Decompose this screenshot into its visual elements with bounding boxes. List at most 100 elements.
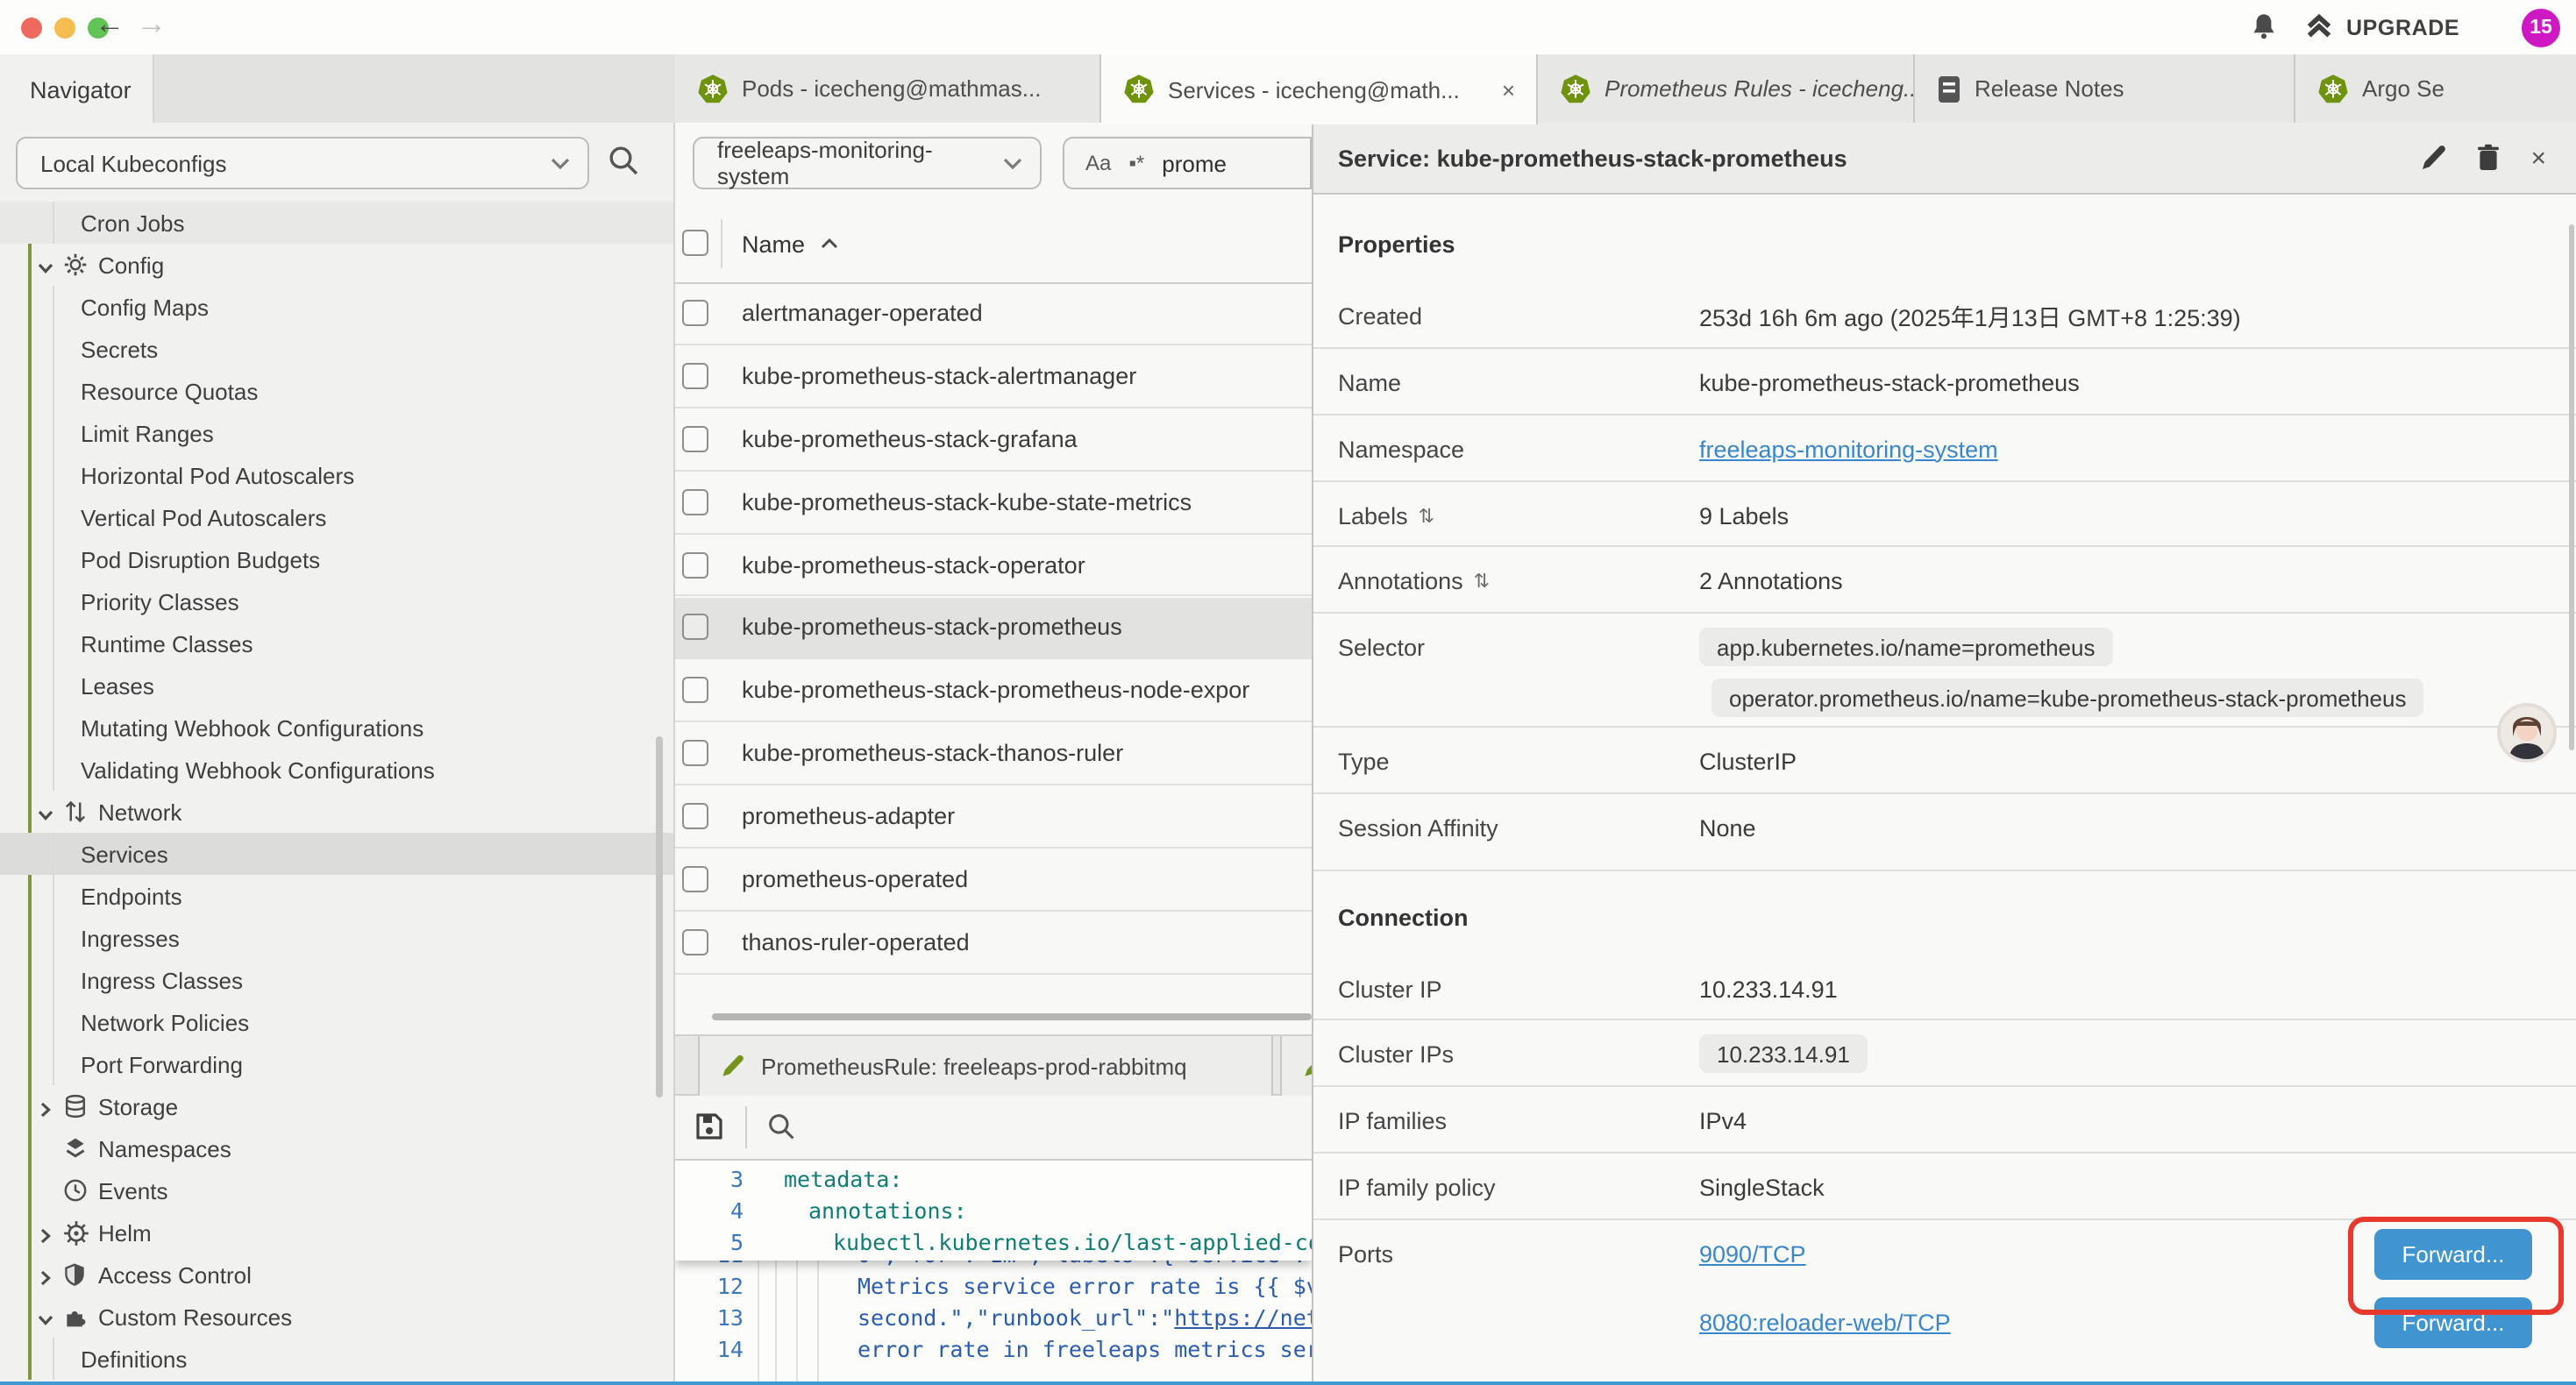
column-header-name[interactable]: Name bbox=[742, 205, 838, 282]
sidebar-item-endpoints[interactable]: Endpoints bbox=[0, 875, 675, 917]
sidebar-item-helm[interactable]: Helm bbox=[0, 1211, 675, 1254]
sidebar-item-priority-classes[interactable]: Priority Classes bbox=[0, 580, 675, 622]
sidebar-item-events[interactable]: Events bbox=[0, 1169, 675, 1211]
sidebar-item-custom-resources[interactable]: Custom Resources bbox=[0, 1296, 675, 1338]
sidebar-scrollbar[interactable] bbox=[656, 736, 662, 1097]
tab-5[interactable]: Argo Se bbox=[2295, 54, 2576, 123]
sidebar-item-runtime-classes[interactable]: Runtime Classes bbox=[0, 622, 675, 664]
sidebar-search-icon[interactable] bbox=[607, 144, 640, 177]
avatar[interactable] bbox=[2496, 703, 2556, 763]
sidebar-item-secrets[interactable]: Secrets bbox=[0, 328, 675, 370]
sidebar-item-definitions[interactable]: Definitions bbox=[0, 1338, 675, 1380]
chevron-down-icon[interactable] bbox=[37, 256, 54, 282]
upgrade-button[interactable]: UPGRADE bbox=[2304, 12, 2459, 42]
sidebar-item-ingresses[interactable]: Ingresses bbox=[0, 917, 675, 959]
sidebar-item-port-forwarding[interactable]: Port Forwarding bbox=[0, 1043, 675, 1085]
sidebar-item-ingress-classes[interactable]: Ingress Classes bbox=[0, 959, 675, 1001]
window-close-button[interactable] bbox=[21, 17, 42, 38]
row-checkbox[interactable] bbox=[682, 488, 708, 515]
tab-3[interactable]: Prometheus Rules - icecheng... bbox=[1538, 54, 1915, 123]
yaml-editor[interactable]: 110","for":"1m","labels":{"service":"12M… bbox=[675, 1159, 1311, 1381]
edit-icon[interactable] bbox=[2420, 144, 2446, 172]
row-checkbox[interactable] bbox=[682, 866, 708, 892]
filter-input[interactable]: Aa ▪* prome bbox=[1063, 137, 1311, 189]
sidebar-item-network-policies[interactable]: Network Policies bbox=[0, 1001, 675, 1043]
row-checkbox[interactable] bbox=[682, 300, 708, 326]
tab-navigator[interactable]: Navigator bbox=[0, 54, 154, 124]
kubeconfig-selector[interactable]: Local Kubeconfigs bbox=[16, 137, 589, 189]
table-row[interactable]: thanos-ruler-operated bbox=[675, 912, 1311, 975]
tab-close-icon[interactable]: × bbox=[1498, 76, 1519, 103]
sidebar-item-services[interactable]: Services bbox=[0, 833, 675, 875]
sidebar-item-horizontal-pod-autoscalers[interactable]: Horizontal Pod Autoscalers bbox=[0, 454, 675, 496]
sort-toggle-icon[interactable]: ⇅ bbox=[1419, 504, 1434, 527]
table-row[interactable]: kube-prometheus-stack-kube-state-metrics bbox=[675, 471, 1311, 534]
sidebar-item-cron-jobs[interactable]: Cron Jobs bbox=[0, 202, 675, 244]
row-checkbox[interactable] bbox=[682, 740, 708, 766]
row-checkbox[interactable] bbox=[682, 363, 708, 389]
table-row[interactable]: prometheus-adapter bbox=[675, 785, 1311, 849]
back-button[interactable]: ← bbox=[95, 7, 125, 42]
chevron-right-icon[interactable] bbox=[37, 1266, 54, 1292]
row-checkbox[interactable] bbox=[682, 929, 708, 955]
sidebar-item-leases[interactable]: Leases bbox=[0, 664, 675, 707]
chevron-right-icon[interactable] bbox=[37, 1097, 54, 1124]
row-checkbox[interactable] bbox=[682, 614, 708, 641]
forward-button[interactable]: → bbox=[137, 7, 167, 42]
sidebar-item-resource-quotas[interactable]: Resource Quotas bbox=[0, 370, 675, 412]
chevron-down-icon[interactable] bbox=[37, 803, 54, 829]
sidebar-item-validating-webhook-configurations[interactable]: Validating Webhook Configurations bbox=[0, 749, 675, 791]
table-row[interactable]: kube-prometheus-stack-operator bbox=[675, 534, 1311, 597]
sidebar-item-limit-ranges[interactable]: Limit Ranges bbox=[0, 412, 675, 454]
editor-tab-partial[interactable] bbox=[1280, 1036, 1311, 1096]
list-horizontal-scrollbar[interactable] bbox=[712, 1013, 1311, 1020]
notification-count-badge[interactable]: 15 bbox=[2522, 8, 2560, 46]
tab-1[interactable]: Pods - icecheng@mathmas... bbox=[675, 54, 1101, 123]
port-link[interactable]: 8080:reloader-web/TCP bbox=[1699, 1310, 1951, 1336]
select-all-checkbox[interactable] bbox=[682, 230, 708, 256]
match-case-icon[interactable]: Aa bbox=[1085, 151, 1111, 175]
sidebar-item-config[interactable]: Config bbox=[0, 244, 675, 286]
row-checkbox[interactable] bbox=[682, 425, 708, 451]
sidebar-item-mutating-webhook-configurations[interactable]: Mutating Webhook Configurations bbox=[0, 707, 675, 749]
kubernetes-icon bbox=[1561, 73, 1590, 104]
panel-scrollbar[interactable] bbox=[2568, 224, 2574, 750]
table-row[interactable]: kube-prometheus-stack-thanos-ruler bbox=[675, 723, 1311, 786]
notifications-bell-icon[interactable] bbox=[2250, 12, 2278, 42]
table-row[interactable]: kube-prometheus-stack-grafana bbox=[675, 408, 1311, 472]
chevron-right-icon[interactable] bbox=[37, 1224, 54, 1250]
sidebar-item-access-control[interactable]: Access Control bbox=[0, 1254, 675, 1296]
save-icon[interactable] bbox=[694, 1112, 724, 1141]
namespace-link[interactable]: freeleaps-monitoring-system bbox=[1699, 436, 1998, 462]
table-row[interactable]: alertmanager-operated bbox=[675, 282, 1311, 345]
table-row[interactable]: kube-prometheus-stack-alertmanager bbox=[675, 345, 1311, 408]
sort-toggle-icon[interactable]: ⇅ bbox=[1474, 569, 1490, 592]
row-checkbox[interactable] bbox=[682, 678, 708, 704]
chevron-down-icon[interactable] bbox=[37, 1308, 54, 1334]
regex-icon[interactable]: ▪* bbox=[1128, 151, 1144, 175]
editor-tab-prometheusrule[interactable]: PrometheusRule: freeleaps-prod-rabbitmq bbox=[698, 1036, 1273, 1096]
row-checkbox[interactable] bbox=[682, 551, 708, 578]
window-minimize-button[interactable] bbox=[54, 17, 75, 38]
table-row[interactable]: kube-prometheus-stack-prometheus bbox=[675, 597, 1311, 660]
table-row[interactable]: prometheus-operated bbox=[675, 849, 1311, 912]
sidebar-item-network[interactable]: Network bbox=[0, 791, 675, 833]
table-row[interactable]: kube-prometheus-stack-prometheus-node-ex… bbox=[675, 660, 1311, 723]
close-icon[interactable]: × bbox=[2530, 145, 2546, 171]
line-number: 3 bbox=[675, 1164, 744, 1196]
tab-2[interactable]: Services - icecheng@math...× bbox=[1101, 54, 1538, 124]
line-number: 4 bbox=[675, 1196, 744, 1227]
tab-4[interactable]: Release Notes bbox=[1915, 54, 2295, 123]
sidebar-item-pod-disruption-budgets[interactable]: Pod Disruption Budgets bbox=[0, 538, 675, 580]
pencil-icon bbox=[721, 1054, 745, 1078]
sidebar-item-storage[interactable]: Storage bbox=[0, 1085, 675, 1127]
delete-icon[interactable] bbox=[2476, 144, 2501, 172]
sidebar-item-config-maps[interactable]: Config Maps bbox=[0, 286, 675, 328]
namespace-selector[interactable]: freeleaps-monitoring-system bbox=[693, 137, 1042, 189]
sidebar-item-namespaces[interactable]: Namespaces bbox=[0, 1127, 675, 1169]
port-link[interactable]: 9090/TCP bbox=[1699, 1241, 1806, 1268]
row-checkbox[interactable] bbox=[682, 803, 708, 829]
editor-search-icon[interactable] bbox=[766, 1112, 796, 1141]
sidebar-item-vertical-pod-autoscalers[interactable]: Vertical Pod Autoscalers bbox=[0, 496, 675, 538]
editor-line: 3metadata: bbox=[675, 1164, 1311, 1196]
